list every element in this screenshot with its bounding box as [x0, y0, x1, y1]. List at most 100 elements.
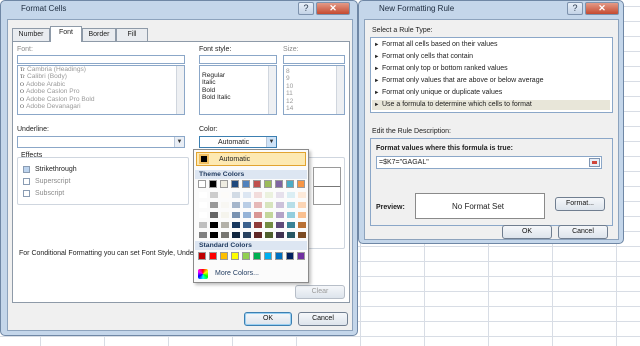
theme-shade-swatch[interactable]	[199, 202, 207, 208]
theme-shade-swatch[interactable]	[254, 212, 262, 218]
size-list[interactable]: 8 9 10 11 12 14	[283, 65, 345, 115]
theme-color-swatch[interactable]	[264, 180, 272, 188]
theme-shade-swatch[interactable]	[298, 202, 306, 208]
theme-shade-swatch[interactable]	[265, 232, 273, 238]
font-style-item[interactable]: Bold	[200, 87, 276, 94]
theme-shade-swatch[interactable]	[210, 202, 218, 208]
theme-shade-swatch[interactable]	[210, 232, 218, 238]
theme-shade-swatch[interactable]	[276, 202, 284, 208]
rule-type-item[interactable]: ► Format only values that are above or be…	[372, 76, 610, 86]
theme-shade-swatch[interactable]	[221, 222, 229, 228]
font-item[interactable]: Tr Calibri (Body)	[18, 73, 184, 80]
theme-color-swatch[interactable]	[198, 180, 206, 188]
font-style-list[interactable]: Regular Italic Bold Bold Italic	[199, 65, 277, 115]
underline-select[interactable]: ▼	[17, 136, 185, 148]
clear-button[interactable]: Clear	[295, 285, 345, 299]
theme-shade-swatch[interactable]	[243, 212, 251, 218]
theme-shade-swatch[interactable]	[265, 192, 273, 198]
theme-shade-swatch[interactable]	[287, 192, 295, 198]
theme-shade-swatch[interactable]	[298, 232, 306, 238]
size-item[interactable]: 8	[284, 68, 344, 75]
theme-shade-swatch[interactable]	[276, 192, 284, 198]
theme-shade-swatch[interactable]	[276, 222, 284, 228]
theme-shade-swatch[interactable]	[265, 202, 273, 208]
theme-shade-swatch[interactable]	[276, 232, 284, 238]
strikethrough-checkbox[interactable]	[23, 166, 30, 173]
theme-shade-swatch[interactable]	[298, 212, 306, 218]
rule-type-item[interactable]: ► Format only top or bottom ranked values	[372, 64, 610, 74]
subscript-checkbox[interactable]	[23, 190, 30, 197]
theme-color-swatch[interactable]	[220, 180, 228, 188]
theme-color-swatch[interactable]	[209, 180, 217, 188]
standard-color-swatch[interactable]	[275, 252, 283, 260]
theme-shade-swatch[interactable]	[221, 192, 229, 198]
theme-shade-swatch[interactable]	[221, 232, 229, 238]
color-select[interactable]: Automatic ▼	[199, 136, 277, 148]
theme-shade-swatch[interactable]	[254, 232, 262, 238]
theme-color-swatch[interactable]	[286, 180, 294, 188]
tab-fill[interactable]: Fill	[116, 28, 148, 41]
theme-shade-swatch[interactable]	[254, 222, 262, 228]
theme-shade-swatch[interactable]	[287, 232, 295, 238]
theme-shade-swatch[interactable]	[210, 222, 218, 228]
font-style-scrollbar[interactable]	[268, 66, 276, 114]
size-item[interactable]: 14	[284, 105, 344, 112]
theme-color-swatch[interactable]	[253, 180, 261, 188]
tab-number[interactable]: Number	[12, 28, 50, 41]
rule-type-item[interactable]: ► Format only unique or duplicate values	[372, 88, 610, 98]
font-style-item[interactable]: Regular	[200, 72, 276, 79]
theme-shade-swatch[interactable]	[243, 222, 251, 228]
close-icon[interactable]: ✕	[585, 2, 619, 15]
standard-color-swatch[interactable]	[286, 252, 294, 260]
theme-shade-swatch[interactable]	[232, 232, 240, 238]
theme-shade-swatch[interactable]	[199, 212, 207, 218]
font-style-item[interactable]: Italic	[200, 79, 276, 86]
font-item[interactable]: O Adobe Caslon Pro Bold	[18, 96, 184, 103]
standard-color-swatch[interactable]	[297, 252, 305, 260]
font-style-item[interactable]: Bold Italic	[200, 94, 276, 101]
theme-shade-swatch[interactable]	[287, 222, 295, 228]
theme-shade-swatch[interactable]	[199, 222, 207, 228]
tab-font[interactable]: Font	[50, 26, 82, 42]
cancel-button[interactable]: Cancel	[558, 225, 608, 239]
theme-shade-swatch[interactable]	[210, 192, 218, 198]
format-button[interactable]: Format...	[555, 197, 605, 211]
formula-input[interactable]: =$K7="GAGAL"	[376, 156, 602, 169]
more-colors-link[interactable]: More Colors...	[215, 270, 259, 277]
rule-type-item[interactable]: ► Format only cells that contain	[372, 52, 610, 62]
ok-button[interactable]: OK	[244, 312, 292, 326]
theme-shade-swatch[interactable]	[232, 192, 240, 198]
font-list[interactable]: Tr Cambria (Headings) Tr Calibri (Body) OA…	[17, 65, 185, 115]
theme-shade-swatch[interactable]	[199, 232, 207, 238]
font-item[interactable]: O Adobe Caslon Pro	[18, 88, 184, 95]
theme-color-swatch[interactable]	[231, 180, 239, 188]
help-icon[interactable]: ?	[298, 2, 314, 15]
rule-type-item[interactable]: ► Format all cells based on their values	[372, 40, 610, 50]
font-list-scrollbar[interactable]	[176, 66, 184, 114]
theme-shade-swatch[interactable]	[265, 212, 273, 218]
standard-color-swatch[interactable]	[231, 252, 239, 260]
theme-shade-swatch[interactable]	[243, 232, 251, 238]
theme-shade-swatch[interactable]	[243, 202, 251, 208]
theme-shade-swatch[interactable]	[276, 212, 284, 218]
help-icon[interactable]: ?	[567, 2, 583, 15]
font-item[interactable]: O Adobe Arabic	[18, 81, 184, 88]
standard-color-swatch[interactable]	[242, 252, 250, 260]
size-list-scrollbar[interactable]	[336, 66, 344, 114]
theme-shade-swatch[interactable]	[232, 202, 240, 208]
theme-shade-swatch[interactable]	[232, 212, 240, 218]
theme-shade-swatch[interactable]	[287, 202, 295, 208]
theme-shade-swatch[interactable]	[210, 212, 218, 218]
standard-color-swatch[interactable]	[209, 252, 217, 260]
font-item[interactable]: Tr Cambria (Headings)	[18, 66, 184, 73]
superscript-checkbox[interactable]	[23, 178, 30, 185]
cancel-button[interactable]: Cancel	[298, 312, 348, 326]
theme-shade-swatch[interactable]	[287, 212, 295, 218]
collapse-range-icon[interactable]	[589, 158, 600, 167]
font-input[interactable]	[17, 55, 185, 64]
size-input[interactable]	[283, 55, 345, 64]
close-icon[interactable]: ✕	[316, 2, 350, 15]
theme-shade-swatch[interactable]	[199, 192, 207, 198]
theme-color-swatch[interactable]	[297, 180, 305, 188]
size-item[interactable]: 9	[284, 75, 344, 82]
